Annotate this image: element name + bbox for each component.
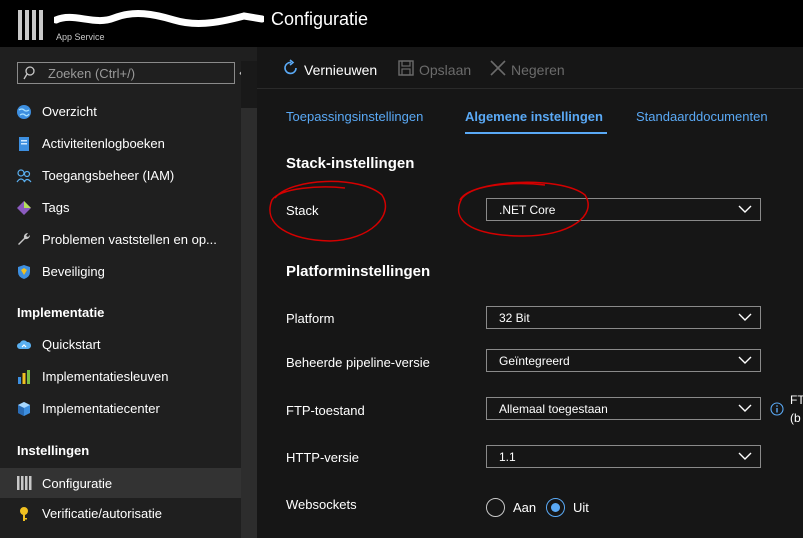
ftp-value: Allemaal toegestaan bbox=[499, 402, 608, 416]
stack-section-title: Stack-instellingen bbox=[286, 155, 415, 172]
info-icon[interactable] bbox=[770, 402, 784, 416]
config-bars-icon bbox=[17, 476, 32, 490]
sidebar-item-label: Quickstart bbox=[42, 337, 101, 352]
shield-icon bbox=[18, 265, 30, 279]
pipeline-dropdown[interactable]: Geïntegreerd bbox=[486, 349, 761, 372]
key-icon bbox=[20, 507, 28, 521]
sidebar-item-label: Overzicht bbox=[42, 104, 97, 119]
http-version-value: 1.1 bbox=[499, 450, 516, 464]
sidebar-item-tags[interactable]: Tags bbox=[0, 194, 241, 222]
tab-algemene-instellingen[interactable]: Algemene instellingen bbox=[465, 109, 603, 124]
sidebar-item-activiteitenlogboeken[interactable]: Activiteitenlogboeken bbox=[0, 130, 241, 158]
active-tab-indicator bbox=[465, 132, 607, 134]
slots-icon bbox=[18, 370, 30, 384]
ftp-info-text-line2: (b bbox=[790, 411, 801, 425]
sidebar-item-implementatiecenter[interactable]: Implementatiecenter bbox=[0, 395, 241, 423]
sidebar-item-quickstart[interactable]: Quickstart bbox=[0, 331, 241, 359]
sidebar-item-implementatiesleuven[interactable]: Implementatiesleuven bbox=[0, 363, 241, 391]
platform-dropdown[interactable]: 32 Bit bbox=[486, 306, 761, 329]
stack-label: Stack bbox=[286, 203, 319, 218]
section-header-instellingen: Instellingen bbox=[17, 443, 90, 458]
sidebar-item-beveiliging[interactable]: Beveiliging bbox=[0, 258, 241, 286]
sidebar-item-label: Implementatiesleuven bbox=[42, 369, 169, 384]
sidebar-item-overzicht[interactable]: Overzicht bbox=[0, 98, 241, 126]
top-header: App Service Configuratie bbox=[0, 0, 803, 47]
sidebar-item-label: Activiteitenlogboeken bbox=[42, 136, 165, 151]
cloud-icon bbox=[17, 340, 32, 349]
http-version-label: HTTP-versie bbox=[286, 450, 359, 465]
sidebar-item-label: Configuratie bbox=[42, 476, 113, 491]
sidebar-item-label: Tags bbox=[42, 200, 70, 215]
app-service-icon bbox=[18, 10, 44, 40]
people-icon bbox=[16, 169, 32, 183]
save-label: Opslaan bbox=[419, 62, 472, 78]
command-toolbar: Vernieuwen Opslaan Negeren bbox=[257, 47, 803, 89]
search-icon bbox=[23, 66, 35, 80]
websockets-on-label: Aan bbox=[513, 500, 537, 515]
sidebar-item-label: Toegangsbeheer (IAM) bbox=[42, 168, 175, 183]
platform-label: Platform bbox=[286, 311, 335, 326]
cube-icon bbox=[18, 402, 30, 416]
refresh-label: Vernieuwen bbox=[304, 62, 378, 78]
chevron-down-icon bbox=[738, 356, 752, 364]
sidebar-item-configuratie[interactable]: Configuratie bbox=[0, 468, 241, 498]
sidebar: Zoeken (Ctrl+/) « Overzicht Activiteiten… bbox=[0, 47, 257, 538]
stack-value: .NET Core bbox=[499, 203, 556, 217]
chevron-down-icon bbox=[738, 313, 752, 321]
sidebar-item-label: Implementatiecenter bbox=[42, 401, 160, 416]
sidebar-item-label: Problemen vaststellen en op... bbox=[42, 232, 217, 247]
websockets-off-label: Uit bbox=[573, 500, 589, 515]
platform-value: 32 Bit bbox=[499, 311, 530, 325]
main-panel: Vernieuwen Opslaan Negeren Toepassingsin… bbox=[257, 47, 803, 538]
ftp-info-text-line1: FT bbox=[790, 393, 803, 407]
radio-circle-selected bbox=[546, 498, 565, 517]
pipeline-value: Geïntegreerd bbox=[499, 354, 570, 368]
app-subtitle: App Service bbox=[56, 32, 105, 42]
stack-dropdown[interactable]: .NET Core bbox=[486, 198, 761, 221]
platform-section-title: Platforminstellingen bbox=[286, 263, 431, 280]
sidebar-item-iam[interactable]: Toegangsbeheer (IAM) bbox=[0, 162, 241, 190]
chevron-down-icon bbox=[738, 205, 752, 213]
sidebar-item-label: Verificatie/autorisatie bbox=[42, 506, 162, 521]
sidebar-item-label: Beveiliging bbox=[42, 264, 105, 279]
sidebar-item-problemen[interactable]: Problemen vaststellen en op... bbox=[0, 226, 241, 254]
settings-tabs: Toepassingsinstellingen Algemene instell… bbox=[257, 89, 803, 137]
discard-label: Negeren bbox=[511, 62, 565, 78]
log-icon bbox=[19, 137, 29, 151]
save-icon bbox=[398, 60, 414, 76]
section-header-implementatie: Implementatie bbox=[17, 305, 105, 320]
sidebar-item-verificatie[interactable]: Verificatie/autorisatie bbox=[0, 500, 241, 528]
redacted-app-name bbox=[54, 10, 264, 27]
radio-dot bbox=[551, 503, 560, 512]
tab-toepassingsinstellingen[interactable]: Toepassingsinstellingen bbox=[286, 109, 423, 124]
search-input[interactable]: Zoeken (Ctrl+/) bbox=[17, 62, 235, 84]
websockets-on-radio[interactable]: Aan bbox=[486, 498, 546, 518]
http-version-dropdown[interactable]: 1.1 bbox=[486, 445, 761, 468]
tab-standaarddocumenten[interactable]: Standaarddocumenten bbox=[636, 109, 768, 124]
websockets-label: Websockets bbox=[286, 497, 357, 512]
close-icon bbox=[490, 60, 506, 76]
chevron-down-icon bbox=[738, 452, 752, 460]
ftp-dropdown[interactable]: Allemaal toegestaan bbox=[486, 397, 761, 420]
websockets-off-radio[interactable]: Uit bbox=[546, 498, 606, 518]
tag-icon bbox=[17, 201, 31, 215]
refresh-icon bbox=[284, 59, 297, 75]
pipeline-label: Beheerde pipeline-versie bbox=[286, 355, 430, 370]
ftp-label: FTP-toestand bbox=[286, 403, 365, 418]
chevron-down-icon bbox=[738, 404, 752, 412]
globe-icon bbox=[17, 105, 31, 119]
page-title: Configuratie bbox=[271, 9, 369, 29]
search-placeholder: Zoeken (Ctrl+/) bbox=[48, 66, 136, 81]
sidebar-scrollbar-thumb[interactable] bbox=[241, 108, 257, 538]
radio-circle bbox=[486, 498, 505, 517]
wrench-icon bbox=[18, 232, 31, 245]
